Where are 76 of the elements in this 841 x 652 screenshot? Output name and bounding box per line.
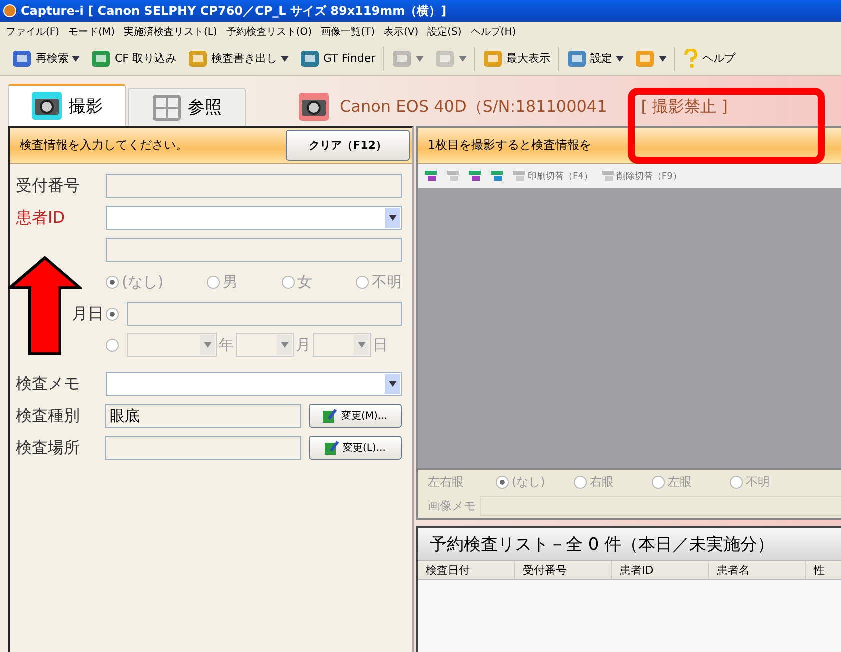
- radio-button[interactable]: [106, 308, 119, 320]
- viewer-header: 1枚目を撮影すると検査情報を: [427, 137, 593, 154]
- change-button[interactable]: 変更(L)...: [308, 436, 402, 460]
- column-header[interactable]: 検査日付: [418, 561, 515, 579]
- tab[interactable]: 撮影: [8, 84, 126, 126]
- combo-box[interactable]: [106, 372, 402, 396]
- camera-status: [ 撮影禁止 ]: [641, 96, 728, 118]
- menu-item[interactable]: ヘルプ(H): [470, 25, 516, 39]
- unit-label: 月: [296, 336, 311, 354]
- column-header[interactable]: 受付番号: [515, 561, 612, 579]
- text-field[interactable]: [104, 436, 301, 460]
- menu-item[interactable]: 設定(S): [428, 25, 462, 39]
- caret-icon: [72, 56, 80, 62]
- field-label: 検査メモ: [16, 374, 81, 394]
- text-field[interactable]: [106, 174, 402, 198]
- toolbar-button[interactable]: 最大表示: [478, 46, 554, 72]
- toolbar-button[interactable]: 検査書き出し: [184, 46, 292, 72]
- caret-icon: [658, 56, 667, 62]
- radio-button[interactable]: [652, 476, 665, 488]
- unit-label: 年: [219, 336, 234, 354]
- tab[interactable]: 参照: [128, 88, 246, 126]
- camera-icon: [31, 91, 63, 121]
- text-field[interactable]: [106, 238, 402, 262]
- field-label: 検査種別: [16, 406, 81, 426]
- field-label: 患者ID: [16, 208, 66, 228]
- caret-icon: [416, 56, 424, 62]
- combo-box[interactable]: [106, 206, 402, 230]
- grid-icon: [152, 94, 182, 122]
- radio-button[interactable]: [106, 338, 119, 352]
- caret-icon: [280, 56, 289, 62]
- menu-item[interactable]: 予約検査リスト(O): [226, 25, 312, 39]
- date-field[interactable]: [127, 302, 402, 326]
- field-label: 検査場所: [16, 438, 81, 458]
- camera-icon: [298, 92, 330, 122]
- column-header[interactable]: 患者ID: [612, 561, 709, 579]
- combo-box[interactable]: [127, 333, 217, 357]
- caret-icon: [388, 381, 396, 387]
- memo-label: 画像メモ: [428, 498, 477, 514]
- caret-icon: [458, 56, 467, 62]
- toolbar-button[interactable]: ヘルプ: [678, 46, 739, 70]
- caret-icon: [616, 56, 624, 62]
- caret-icon: [280, 342, 288, 348]
- camera-name: Canon EOS 40D（S/N:181100041: [340, 96, 608, 118]
- field-label: 受付番号: [16, 176, 81, 196]
- field-label: 月日: [72, 304, 104, 324]
- help-icon: [682, 48, 700, 68]
- menu-item[interactable]: 画像一覧(T): [321, 25, 375, 39]
- window-title: Capture-i [ Canon SELPHY CP760／CP_L サイズ 89x119mm（横）]: [21, 2, 447, 20]
- caret-icon: [358, 342, 366, 348]
- pencil-icon: [325, 441, 339, 455]
- combo-box[interactable]: [236, 333, 294, 357]
- unit-label: 日: [373, 336, 388, 354]
- menu-item[interactable]: 実施済検査リスト(L): [124, 25, 218, 39]
- toolbar-button[interactable]: 設定: [562, 46, 627, 72]
- caret-icon: [204, 342, 212, 348]
- change-button[interactable]: 変更(M)...: [308, 404, 402, 428]
- radio-button[interactable]: [574, 476, 587, 488]
- reserve-title: 予約検査リスト－全 0 件（本日／未実施分）: [418, 528, 841, 560]
- caret-icon: [388, 215, 396, 221]
- toolbar-button[interactable]: GT Finder: [296, 46, 379, 72]
- radio-button[interactable]: [496, 476, 509, 488]
- column-header[interactable]: 性: [806, 561, 841, 579]
- form-header: 検査情報を入力してください。: [19, 137, 189, 154]
- pencil-icon: [323, 409, 338, 423]
- toolbar-button[interactable]: CF 取り込み: [87, 46, 180, 72]
- eye-label: 左右眼: [428, 474, 465, 490]
- toolbar-button[interactable]: 再検索: [8, 46, 83, 72]
- app-icon: [3, 4, 17, 18]
- clear-button[interactable]: クリア（F12）: [286, 130, 410, 161]
- text-field[interactable]: 眼底: [104, 404, 301, 428]
- radio-button[interactable]: [730, 476, 743, 488]
- menu-item[interactable]: 表示(V): [384, 25, 419, 39]
- column-header[interactable]: 患者名: [709, 561, 806, 579]
- combo-box[interactable]: [313, 333, 371, 357]
- menu-item[interactable]: モード(M): [68, 25, 115, 39]
- menu-item[interactable]: ファイル(F): [6, 25, 60, 39]
